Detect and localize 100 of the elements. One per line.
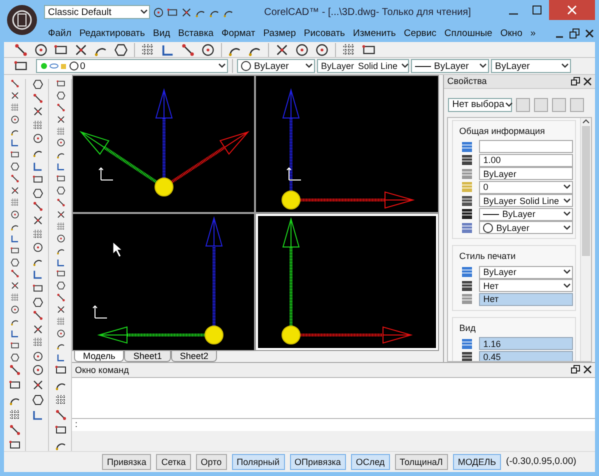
rectangle-icon[interactable] bbox=[32, 174, 44, 185]
circle-icon[interactable] bbox=[201, 42, 215, 57]
corner-icon[interactable] bbox=[54, 258, 66, 267]
property-dropdown[interactable]: ByLayer Solid Line bbox=[479, 194, 573, 208]
circle-icon[interactable] bbox=[32, 242, 44, 254]
cross-icon[interactable] bbox=[54, 114, 66, 124]
status-toggle[interactable]: Сетка bbox=[156, 454, 191, 470]
circle-icon[interactable] bbox=[54, 138, 66, 148]
rectangle-icon[interactable] bbox=[8, 378, 20, 391]
hexagon-icon[interactable] bbox=[8, 162, 20, 172]
rectangle-icon[interactable] bbox=[167, 6, 178, 18]
rectangle-icon[interactable] bbox=[362, 42, 376, 57]
corner-icon[interactable] bbox=[32, 160, 44, 172]
circle-icon[interactable] bbox=[8, 210, 20, 219]
property-field[interactable] bbox=[479, 140, 573, 154]
line-icon[interactable] bbox=[8, 424, 20, 436]
cross-icon[interactable] bbox=[32, 106, 44, 117]
circle-icon[interactable] bbox=[34, 42, 48, 57]
menu-item[interactable]: Размер bbox=[259, 28, 300, 38]
rectangle-icon[interactable] bbox=[32, 283, 44, 294]
status-toggle[interactable]: Полярный bbox=[232, 454, 285, 470]
menu-item[interactable]: Файл bbox=[44, 28, 76, 38]
restore-icon[interactable] bbox=[571, 365, 580, 374]
sheet-tab[interactable]: Sheet1 bbox=[124, 350, 171, 362]
corner-icon[interactable] bbox=[54, 352, 66, 362]
rectangle-icon[interactable] bbox=[54, 269, 66, 279]
circle-icon[interactable] bbox=[54, 328, 66, 338]
line-icon[interactable] bbox=[8, 174, 20, 184]
line-icon[interactable] bbox=[8, 78, 20, 88]
workspace-dropdown[interactable]: Classic Default bbox=[44, 5, 150, 19]
circle-icon[interactable] bbox=[32, 351, 44, 362]
restore-icon[interactable] bbox=[571, 76, 580, 86]
color-dropdown[interactable]: ByLayer bbox=[237, 59, 315, 74]
menu-item[interactable]: Вставка bbox=[174, 28, 218, 38]
cross-icon[interactable] bbox=[54, 305, 66, 314]
cross-icon[interactable] bbox=[74, 42, 88, 57]
circle-icon[interactable] bbox=[315, 42, 329, 57]
hexagon-icon[interactable] bbox=[54, 281, 66, 290]
rectangle-icon[interactable] bbox=[54, 174, 66, 184]
plot-style-dropdown[interactable]: ByLayer bbox=[491, 59, 571, 74]
hexagon-icon[interactable] bbox=[32, 296, 44, 308]
grid-icon[interactable] bbox=[32, 337, 44, 348]
menu-item[interactable]: Формат bbox=[217, 28, 260, 38]
linetype-dropdown[interactable]: ByLayer Solid Line bbox=[317, 59, 409, 74]
corner-icon[interactable] bbox=[8, 328, 20, 338]
hexagon-icon[interactable] bbox=[32, 394, 44, 406]
menu-item[interactable]: Вид bbox=[148, 28, 174, 38]
menu-item[interactable]: Рисовать bbox=[300, 28, 349, 38]
property-dropdown[interactable]: ByLayer bbox=[479, 266, 573, 279]
status-toggle[interactable]: Привязка bbox=[102, 454, 152, 470]
line-icon[interactable] bbox=[32, 310, 44, 322]
status-toggle[interactable]: ОПривязка bbox=[290, 454, 346, 470]
restore-icon[interactable] bbox=[569, 28, 580, 38]
line-icon[interactable] bbox=[32, 92, 44, 104]
line-icon[interactable] bbox=[8, 364, 20, 376]
grid-icon[interactable] bbox=[8, 408, 20, 421]
hexagon-icon[interactable] bbox=[8, 352, 20, 362]
rectangle-icon[interactable] bbox=[8, 150, 20, 160]
grid-icon[interactable] bbox=[8, 293, 20, 302]
scroll-up-icon[interactable] bbox=[582, 118, 590, 124]
grid-icon[interactable] bbox=[8, 198, 20, 208]
menu-item[interactable]: Изменить bbox=[349, 28, 400, 38]
command-prompt[interactable]: : bbox=[72, 418, 595, 431]
grid-icon[interactable] bbox=[54, 317, 66, 326]
line-icon[interactable] bbox=[54, 293, 66, 302]
hexagon-icon[interactable] bbox=[32, 78, 44, 90]
line-icon[interactable] bbox=[181, 42, 195, 57]
hexagon-icon[interactable] bbox=[54, 186, 66, 196]
cross-icon[interactable] bbox=[8, 90, 20, 100]
grid-icon[interactable] bbox=[54, 394, 66, 406]
layer-dropdown[interactable]: 0 bbox=[36, 59, 228, 74]
status-toggle[interactable]: МОДЕЛЬ bbox=[452, 454, 502, 470]
menu-overflow[interactable]: » bbox=[526, 28, 540, 38]
property-dropdown[interactable]: ByLayer bbox=[479, 221, 573, 234]
corner-icon[interactable] bbox=[161, 42, 175, 57]
cross-icon[interactable] bbox=[54, 210, 66, 219]
line-icon[interactable] bbox=[54, 198, 66, 208]
circle-icon[interactable] bbox=[8, 305, 20, 314]
viewport[interactable] bbox=[73, 76, 254, 212]
viewport[interactable] bbox=[73, 214, 254, 350]
status-toggle[interactable]: Орто bbox=[196, 454, 227, 470]
circle-icon[interactable] bbox=[32, 133, 44, 144]
property-field[interactable]: 1.00 bbox=[479, 154, 573, 167]
grid-icon[interactable] bbox=[8, 102, 20, 112]
rectangle-icon[interactable] bbox=[8, 438, 20, 451]
app-logo[interactable] bbox=[6, 4, 38, 36]
rectangle-icon[interactable] bbox=[54, 364, 66, 376]
close-icon[interactable] bbox=[584, 28, 595, 38]
cross-icon[interactable] bbox=[275, 42, 289, 57]
close-icon[interactable] bbox=[583, 365, 592, 374]
corner-icon[interactable] bbox=[8, 138, 20, 148]
property-dropdown[interactable]: ByLayer bbox=[479, 208, 573, 221]
close-button[interactable] bbox=[549, 0, 595, 20]
hexagon-icon[interactable] bbox=[54, 90, 66, 100]
corner-icon[interactable] bbox=[8, 234, 20, 243]
circle-icon[interactable] bbox=[32, 364, 44, 376]
viewport[interactable] bbox=[256, 214, 438, 350]
rectangle-icon[interactable] bbox=[54, 424, 66, 436]
cross-icon[interactable] bbox=[32, 215, 44, 226]
menu-item[interactable]: Окно bbox=[496, 28, 526, 38]
